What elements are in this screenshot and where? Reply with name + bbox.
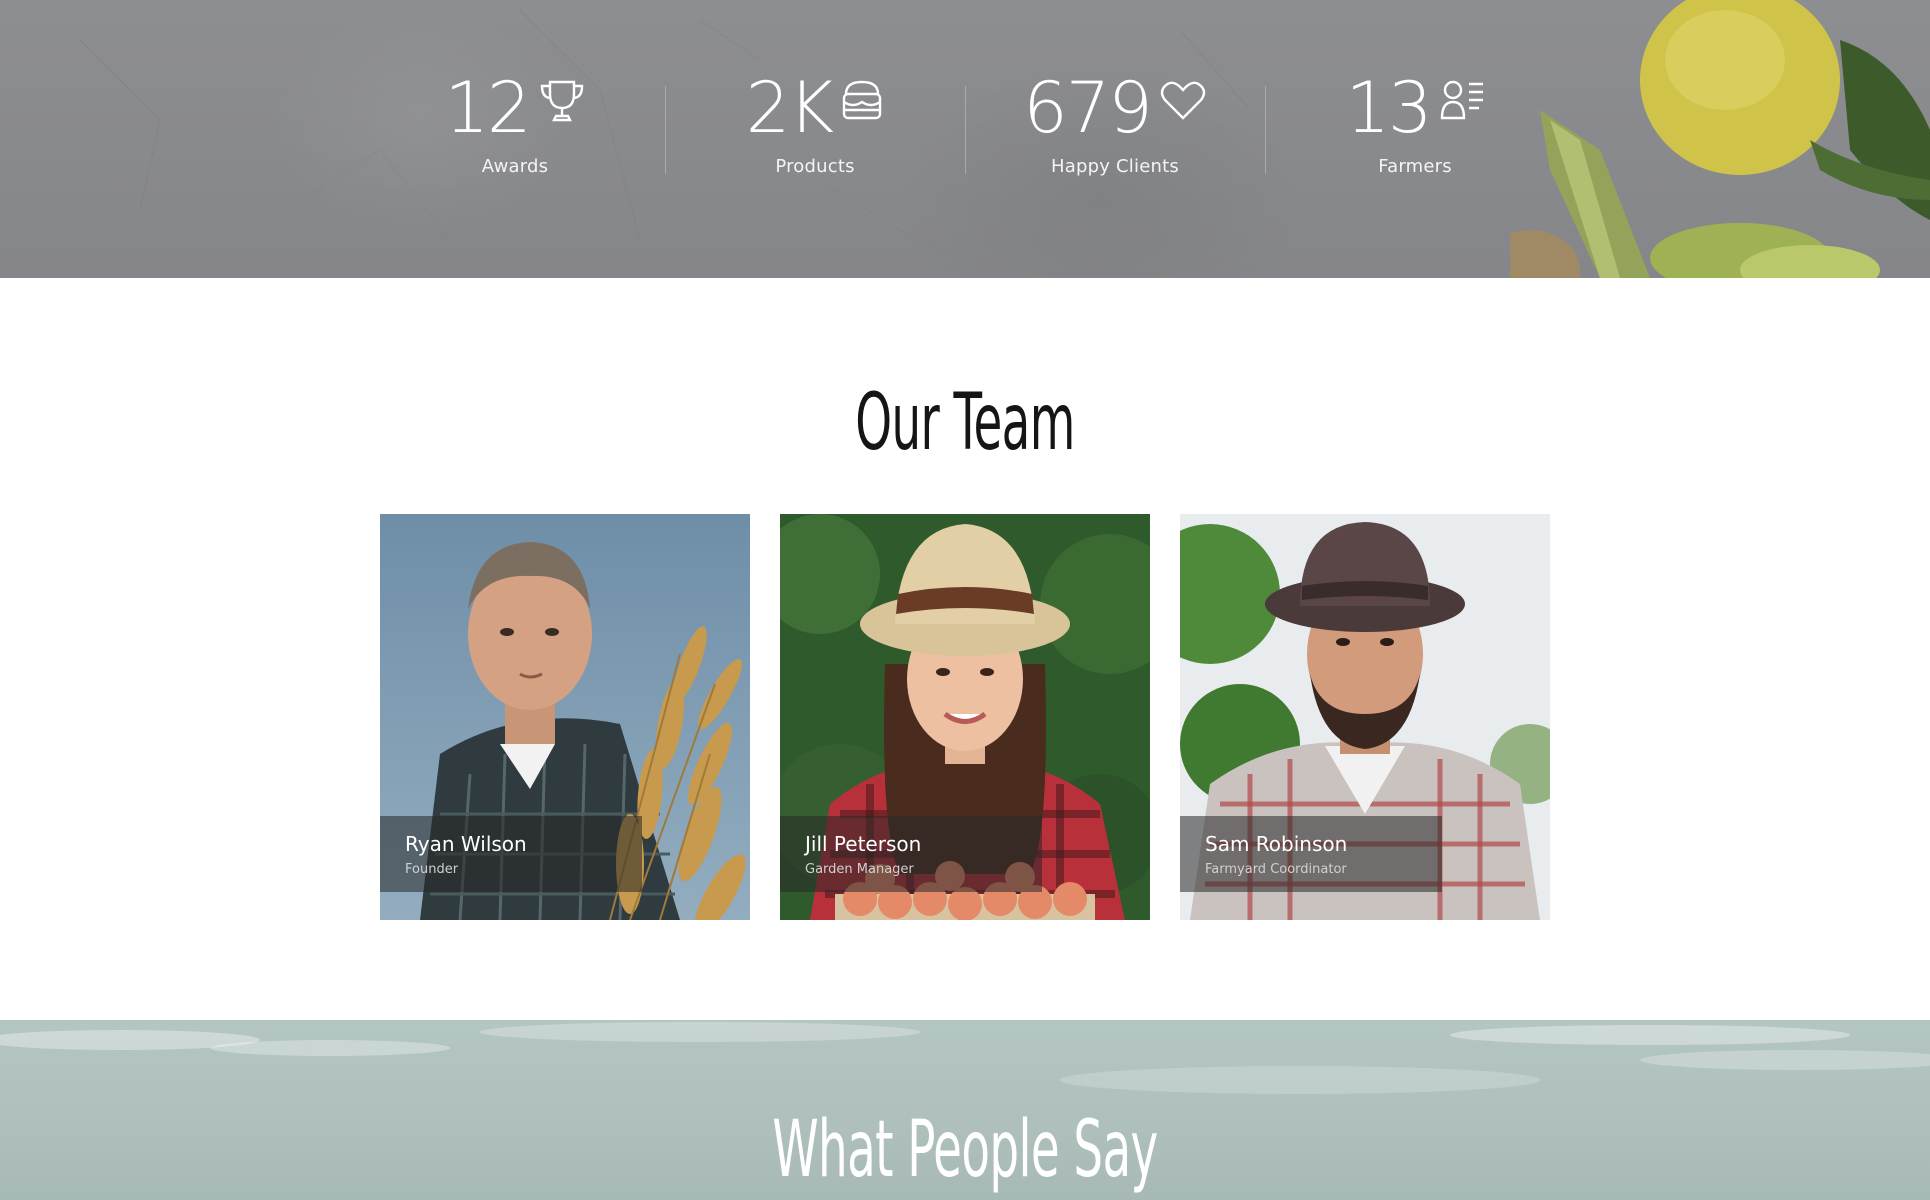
stat-value: 12 xyxy=(444,67,531,149)
stats-section: 12 Awards 2K Products 679 Happy Clients … xyxy=(0,0,1930,278)
stat-products: 2K Products xyxy=(665,68,965,177)
member-role: Garden Manager xyxy=(805,862,914,877)
stat-awards: 12 Awards xyxy=(365,68,665,177)
stat-label: Farmers xyxy=(1378,156,1452,177)
stat-label: Awards xyxy=(481,156,549,177)
member-caption: Sam Robinson Farmyard Coordinator xyxy=(1180,816,1442,892)
farmer-list-icon xyxy=(1440,80,1483,120)
stat-value: 2K xyxy=(745,67,834,149)
member-role: Farmyard Coordinator xyxy=(1205,862,1347,877)
testimonials-section-title: What People Say xyxy=(772,1105,1158,1195)
basket-icon xyxy=(843,80,882,120)
member-role: Founder xyxy=(405,862,459,877)
trophy-icon xyxy=(540,80,583,122)
stat-farmers: 13 Farmers xyxy=(1265,68,1565,177)
team-section-title: Our Team xyxy=(855,378,1075,468)
stat-label: Products xyxy=(775,156,855,177)
stat-happy-clients: 679 Happy Clients xyxy=(965,68,1265,177)
member-name: Sam Robinson xyxy=(1205,832,1348,856)
member-caption: Jill Peterson Garden Manager xyxy=(780,816,1042,892)
team-member-card[interactable]: Sam Robinson Farmyard Coordinator xyxy=(1180,514,1550,920)
stat-value: 679 xyxy=(1023,67,1153,149)
member-name: Jill Peterson xyxy=(805,832,922,856)
member-name: Ryan Wilson xyxy=(405,832,527,856)
stat-value: 13 xyxy=(1345,67,1432,149)
vegetables-decoration xyxy=(1510,0,1930,278)
team-member-card[interactable]: Jill Peterson Garden Manager xyxy=(780,514,1150,920)
heart-icon xyxy=(1160,81,1205,120)
member-caption: Ryan Wilson Founder xyxy=(380,816,642,892)
team-member-card[interactable]: Ryan Wilson Founder xyxy=(380,514,750,920)
stat-label: Happy Clients xyxy=(1051,156,1179,177)
